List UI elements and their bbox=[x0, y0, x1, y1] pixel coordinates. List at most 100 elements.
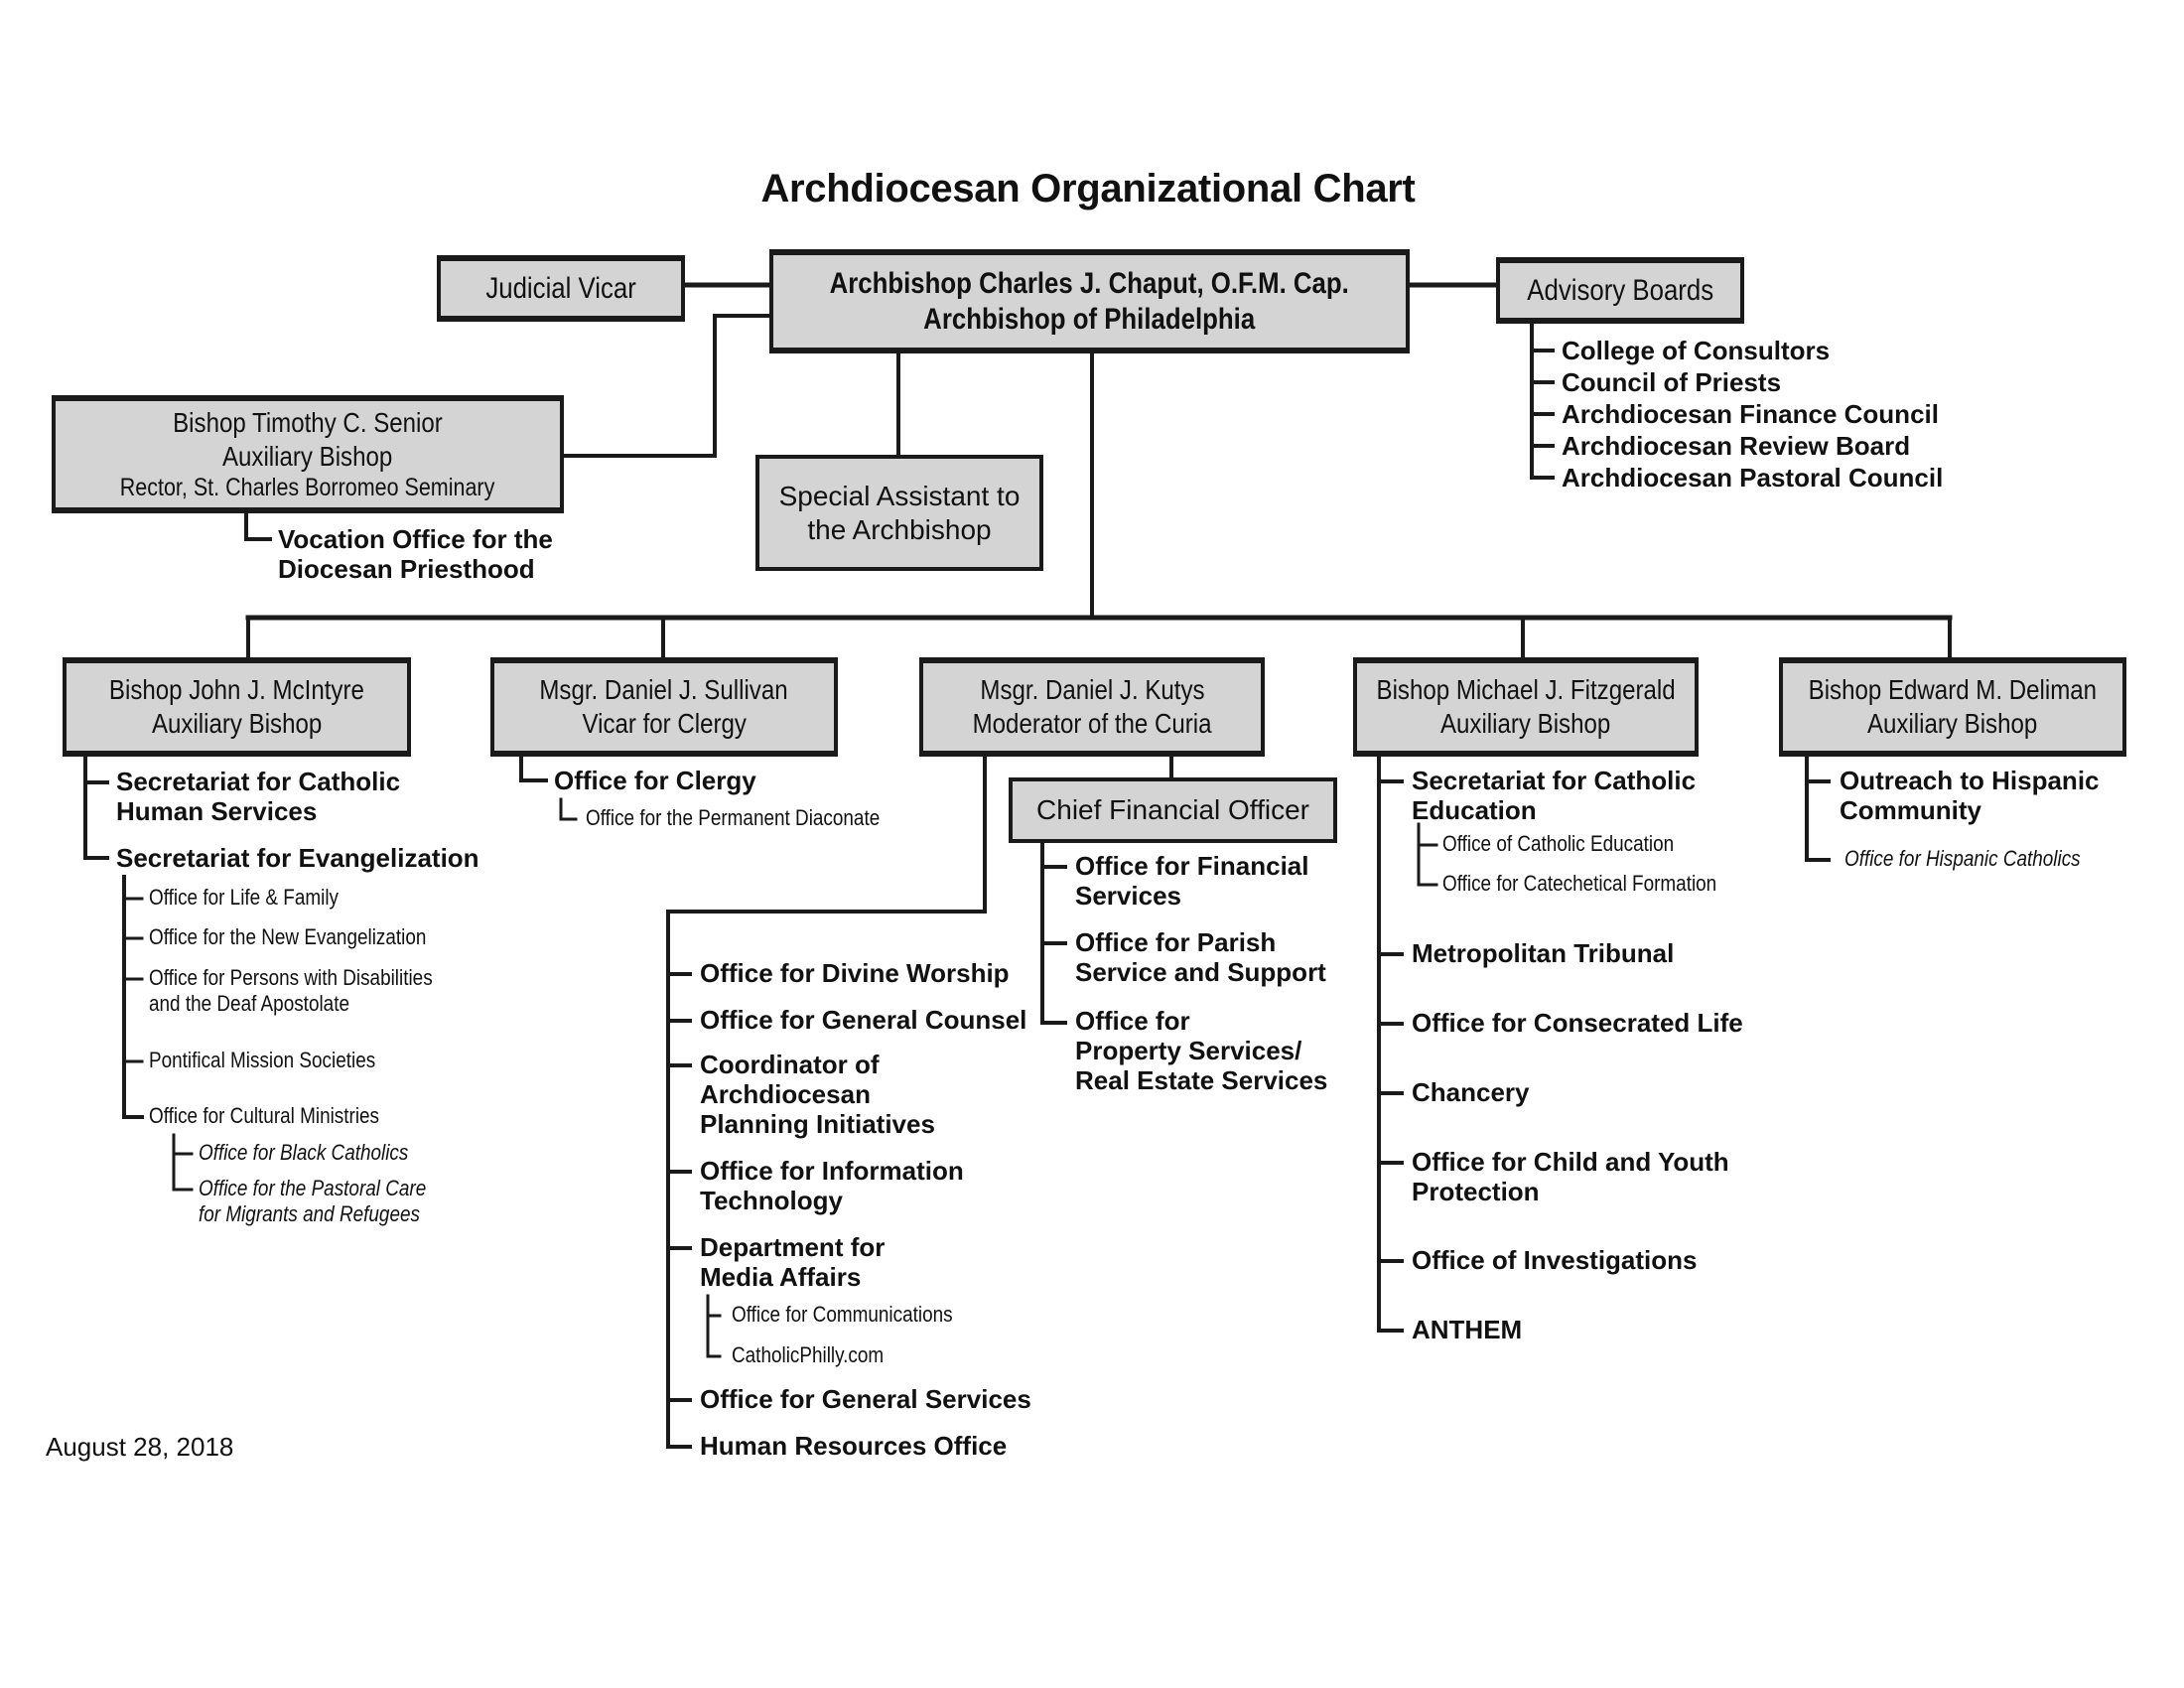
senior-name: Bishop Timothy C. Senior bbox=[173, 406, 443, 438]
secretariat-human-services: Secretariat for Catholic Human Services bbox=[116, 767, 400, 826]
office-financial-services-line1: Office for Financial bbox=[1075, 851, 1309, 881]
office-catechetical-formation: Office for Catechetical Formation bbox=[1442, 871, 1717, 896]
vocation-office-line1: Vocation Office for the bbox=[278, 524, 553, 554]
secretariat-education-line1: Secretariat for Catholic bbox=[1412, 766, 1697, 795]
mcintyre-name: Bishop John J. McIntyre bbox=[109, 674, 364, 706]
office-property-line1: Office for bbox=[1075, 1006, 1190, 1036]
cfo-box: Chief Financial Officer bbox=[1009, 777, 1337, 843]
chancery: Chancery bbox=[1412, 1077, 1530, 1107]
vocation-office-line2: Diocesan Priesthood bbox=[278, 554, 535, 585]
media-affairs-line1: Department for bbox=[700, 1232, 886, 1262]
coordinator-line1: Coordinator of bbox=[700, 1050, 880, 1079]
sullivan-box: Msgr. Daniel J. Sullivan Vicar for Clerg… bbox=[490, 657, 838, 757]
office-migrants-refugees: Office for the Pastoral Care for Migrant… bbox=[199, 1176, 426, 1226]
archbishop-box: Archbishop Charles J. Chaput, O.F.M. Cap… bbox=[769, 249, 1410, 353]
secretariat-human-services-line2: Human Services bbox=[116, 796, 318, 827]
office-financial-services: Office for Financial Services bbox=[1075, 851, 1309, 911]
sullivan-title: Vicar for Clergy bbox=[582, 708, 747, 739]
advisory-boards-label: Advisory Boards bbox=[1527, 273, 1713, 307]
sullivan-name: Msgr. Daniel J. Sullivan bbox=[539, 674, 789, 706]
special-assistant-box: Special Assistant to the Archbishop bbox=[755, 455, 1043, 571]
office-property-services: Office for Property Services/ Real Estat… bbox=[1075, 1006, 1327, 1095]
office-consecrated-life: Office for Consecrated Life bbox=[1412, 1008, 1743, 1038]
cfo-label: Chief Financial Officer bbox=[1036, 794, 1309, 826]
vocation-office: Vocation Office for the Diocesan Priesth… bbox=[278, 524, 553, 584]
office-child-youth-protection: Office for Child and Youth Protection bbox=[1412, 1147, 1729, 1206]
deliman-title: Auxiliary Bishop bbox=[1867, 708, 2038, 739]
office-communications: Office for Communications bbox=[732, 1302, 953, 1327]
human-resources-office: Human Resources Office bbox=[700, 1431, 1008, 1461]
deliman-box: Bishop Edward M. Deliman Auxiliary Bisho… bbox=[1779, 657, 2126, 757]
outreach-line2: Community bbox=[1840, 795, 1981, 826]
advisory-board-item: Archdiocesan Finance Council bbox=[1562, 399, 1939, 429]
office-property-line2: Property Services/ bbox=[1075, 1036, 1302, 1066]
office-general-services: Office for General Services bbox=[700, 1384, 1031, 1414]
outreach-hispanic-community: Outreach to Hispanic Community bbox=[1840, 766, 2100, 825]
secretariat-education-line2: Education bbox=[1412, 795, 1537, 826]
advisory-board-item: Archdiocesan Review Board bbox=[1562, 431, 1911, 461]
pontifical-mission-societies: Pontifical Mission Societies bbox=[149, 1048, 376, 1072]
page-title: Archdiocesan Organizational Chart bbox=[760, 167, 1416, 211]
advisory-board-item: College of Consultors bbox=[1562, 336, 1831, 365]
senior-rector: Rector, St. Charles Borromeo Seminary bbox=[120, 474, 495, 502]
office-cultural-ministries: Office for Cultural Ministries bbox=[149, 1103, 380, 1128]
fitzgerald-name: Bishop Michael J. Fitzgerald bbox=[1376, 674, 1676, 706]
archbishop-title: Archbishop of Philadelphia bbox=[923, 302, 1256, 336]
special-assistant-line2: the Archbishop bbox=[807, 513, 992, 545]
office-parish-service: Office for Parish Service and Support bbox=[1075, 927, 1326, 987]
outreach-line1: Outreach to Hispanic bbox=[1840, 766, 2100, 795]
judicial-vicar-label: Judicial Vicar bbox=[485, 271, 636, 305]
mcintyre-box: Bishop John J. McIntyre Auxiliary Bishop bbox=[63, 657, 411, 757]
office-catholic-education: Office of Catholic Education bbox=[1442, 831, 1675, 856]
kutys-box: Msgr. Daniel J. Kutys Moderator of the C… bbox=[919, 657, 1265, 757]
special-assistant-line1: Special Assistant to bbox=[778, 480, 1021, 511]
office-life-family: Office for Life & Family bbox=[149, 885, 340, 910]
secretariat-human-services-line1: Secretariat for Catholic bbox=[116, 767, 401, 796]
fitzgerald-title: Auxiliary Bishop bbox=[1440, 708, 1611, 739]
fitzgerald-box: Bishop Michael J. Fitzgerald Auxiliary B… bbox=[1353, 657, 1699, 757]
office-divine-worship: Office for Divine Worship bbox=[700, 958, 1010, 988]
office-new-evangelization: Office for the New Evangelization bbox=[149, 924, 427, 949]
judicial-vicar-box: Judicial Vicar bbox=[437, 255, 685, 322]
catholicphilly-link: CatholicPhilly.com bbox=[732, 1342, 885, 1367]
office-disabilities-line2: and the Deaf Apostolate bbox=[149, 990, 349, 1016]
child-protection-line1: Office for Child and Youth bbox=[1412, 1147, 1729, 1177]
office-property-line3: Real Estate Services bbox=[1075, 1065, 1328, 1096]
office-permanent-diaconate: Office for the Permanent Diaconate bbox=[586, 805, 881, 830]
secretariat-catholic-education: Secretariat for Catholic Education bbox=[1412, 766, 1696, 825]
metropolitan-tribunal: Metropolitan Tribunal bbox=[1412, 938, 1675, 968]
office-financial-services-line2: Services bbox=[1075, 881, 1181, 912]
coordinator-line3: Planning Initiatives bbox=[700, 1109, 935, 1140]
office-it-line1: Office for Information bbox=[700, 1156, 964, 1186]
coordinator-line2: Archdiocesan bbox=[700, 1079, 871, 1110]
department-media-affairs: Department for Media Affairs bbox=[700, 1232, 885, 1292]
office-for-clergy: Office for Clergy bbox=[554, 766, 756, 795]
office-information-technology: Office for Information Technology bbox=[700, 1156, 964, 1215]
advisory-board-item: Archdiocesan Pastoral Council bbox=[1562, 463, 1944, 492]
office-disabilities-line1: Office for Persons with Disabilities bbox=[149, 965, 433, 990]
kutys-name: Msgr. Daniel J. Kutys bbox=[979, 674, 1205, 706]
office-it-line2: Technology bbox=[700, 1186, 843, 1216]
office-migrants-line1: Office for the Pastoral Care bbox=[199, 1176, 427, 1200]
deliman-name: Bishop Edward M. Deliman bbox=[1808, 674, 2098, 706]
connector-senior bbox=[562, 314, 771, 458]
coordinator-planning: Coordinator of Archdiocesan Planning Ini… bbox=[700, 1050, 935, 1139]
child-protection-line2: Protection bbox=[1412, 1177, 1540, 1207]
senior-box: Bishop Timothy C. Senior Auxiliary Bisho… bbox=[52, 395, 564, 513]
media-affairs-line2: Media Affairs bbox=[700, 1262, 862, 1293]
office-migrants-line2: for Migrants and Refugees bbox=[199, 1200, 420, 1226]
advisory-boards-box: Advisory Boards bbox=[1496, 257, 1744, 324]
mcintyre-title: Auxiliary Bishop bbox=[151, 708, 323, 739]
office-hispanic-catholics: Office for Hispanic Catholics bbox=[1844, 846, 2081, 871]
anthem: ANTHEM bbox=[1412, 1315, 1523, 1344]
office-investigations: Office of Investigations bbox=[1412, 1245, 1698, 1275]
advisory-board-item: Council of Priests bbox=[1562, 367, 1782, 397]
office-parish-service-line1: Office for Parish bbox=[1075, 927, 1277, 957]
archbishop-name: Archbishop Charles J. Chaput, O.F.M. Cap… bbox=[829, 266, 1350, 300]
secretariat-evangelization: Secretariat for Evangelization bbox=[116, 843, 479, 873]
date-label: August 28, 2018 bbox=[46, 1432, 234, 1462]
senior-title: Auxiliary Bishop bbox=[222, 440, 393, 472]
office-disabilities: Office for Persons with Disabilities and… bbox=[149, 965, 433, 1016]
office-parish-service-line2: Service and Support bbox=[1075, 957, 1326, 988]
kutys-title: Moderator of the Curia bbox=[972, 708, 1212, 739]
